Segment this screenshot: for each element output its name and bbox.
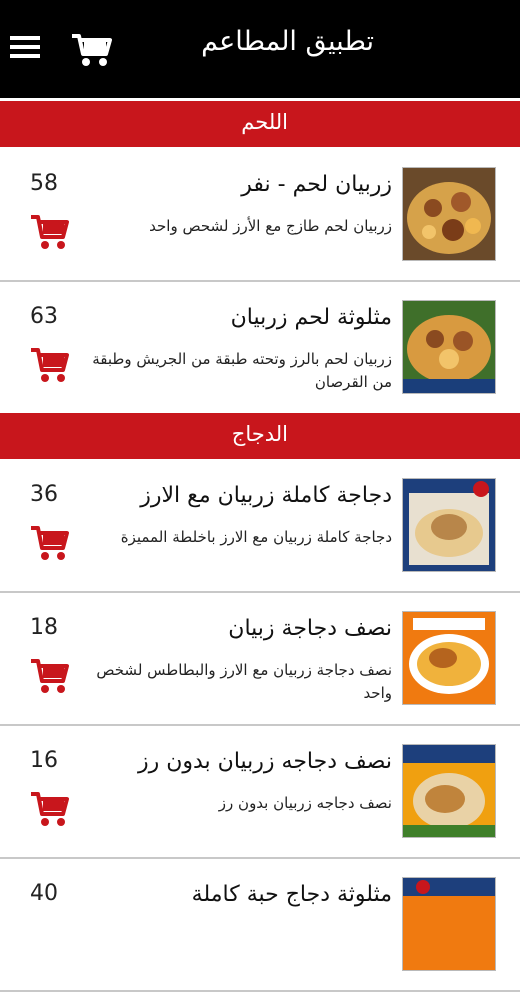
item-name: نصف دجاجه زربيان بدون رز [137,749,392,774]
add-to-cart-icon[interactable] [28,522,70,562]
section-title: الدجاج [231,422,288,446]
item-name: مثلوثة لحم زربيان [230,305,392,330]
list-item[interactable]: مثلوثة لحم زربيان زربيان لحم بالرز وتحته… [0,282,520,415]
item-count: 16 [30,748,58,773]
list-item[interactable]: دجاجة كاملة زربيان مع الارز دجاجة كاملة … [0,460,520,593]
item-description: نصف دجاجه زربيان بدون رز [218,794,392,812]
item-description: نصف دجاجة زربيان مع الارز والبطاطس لشخص … [96,661,392,702]
dish-image [402,877,496,971]
list-item[interactable]: مثلوثة دجاج حبة كاملة 40 [0,859,520,992]
item-count: 58 [30,171,58,196]
add-to-cart-icon[interactable] [28,788,70,828]
section-title: اللحم [241,110,288,134]
app-title: تطبيق المطاعم [201,26,374,57]
add-to-cart-icon[interactable] [28,344,70,384]
app-bar: تطبيق المطاعم [0,0,520,98]
item-name: نصف دجاجة زبيان [228,616,392,641]
item-name: زربيان لحم - نفر [241,172,392,197]
item-description: زربيان لحم بالرز وتحته طبقة من الجريش وط… [92,350,392,391]
add-to-cart-icon[interactable] [28,655,70,695]
list-item[interactable]: نصف دجاجه زربيان بدون رز نصف دجاجه زربيا… [0,726,520,859]
item-count: 36 [30,482,58,507]
item-name: دجاجة كاملة زربيان مع الارز [140,483,392,508]
dish-image [402,300,496,394]
add-to-cart-icon[interactable] [28,211,70,251]
hamburger-menu-icon[interactable] [10,36,40,62]
item-count: 63 [30,304,58,329]
item-name: مثلوثة دجاج حبة كاملة [191,882,392,907]
list-item[interactable]: زربيان لحم - نفر زربيان لحم طازج مع الأر… [0,149,520,282]
section-header-chicken: الدجاج [0,413,520,459]
dish-image [402,744,496,838]
dish-image [402,167,496,261]
item-count: 40 [30,881,58,906]
item-description: زربيان لحم طازج مع الأرز لشحص واحد [149,217,392,235]
dish-image [402,478,496,572]
item-count: 18 [30,615,58,640]
dish-image [402,611,496,705]
item-description: دجاجة كاملة زربيان مع الارز باخلطة الممي… [120,528,392,546]
list-item[interactable]: نصف دجاجة زبيان نصف دجاجة زربيان مع الار… [0,593,520,726]
section-header-meat: اللحم [0,101,520,147]
shopping-cart-icon[interactable] [70,30,112,68]
